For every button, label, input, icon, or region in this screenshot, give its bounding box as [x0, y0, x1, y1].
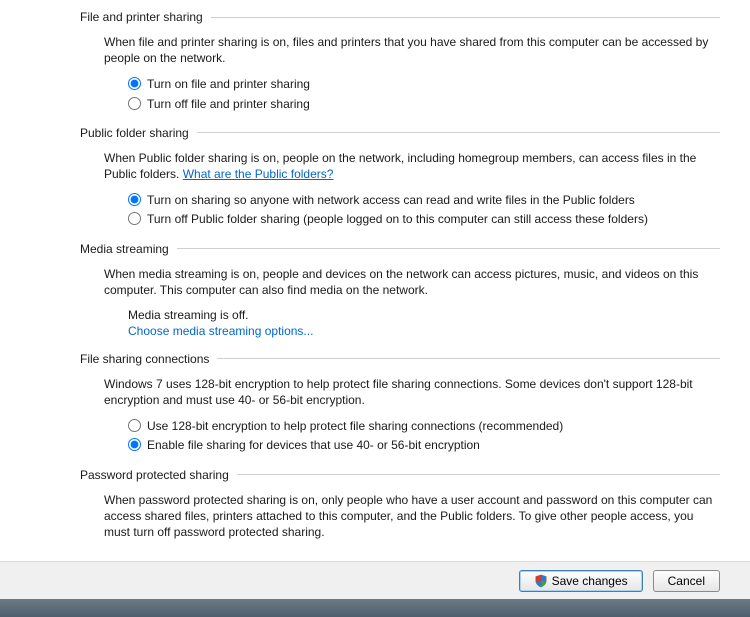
uac-shield-icon — [534, 574, 548, 588]
section-public-folder-sharing: Public folder sharing When Public folder… — [0, 126, 750, 228]
section-description: When media streaming is on, people and d… — [104, 266, 720, 298]
section-file-printer-sharing: File and printer sharing When file and p… — [0, 10, 750, 112]
section-description: When Public folder sharing is on, people… — [104, 150, 720, 182]
radio-file-printer-on[interactable] — [128, 77, 141, 90]
window-edge — [0, 599, 750, 617]
radio-public-folder-off[interactable] — [128, 212, 141, 225]
radio-label[interactable]: Turn on sharing so anyone with network a… — [147, 192, 720, 208]
save-changes-button[interactable]: Save changes — [519, 570, 643, 592]
section-description: Windows 7 uses 128-bit encryption to hel… — [104, 376, 720, 408]
section-title: Public folder sharing — [80, 126, 197, 140]
section-title: File sharing connections — [80, 352, 217, 366]
radio-label[interactable]: Turn off file and printer sharing — [147, 96, 720, 112]
radio-label[interactable]: Enable file sharing for devices that use… — [147, 437, 720, 453]
public-folders-help-link[interactable]: What are the Public folders? — [183, 167, 334, 181]
media-streaming-options-link[interactable]: Choose media streaming options... — [128, 324, 313, 338]
section-title: Password protected sharing — [80, 468, 237, 482]
radio-file-printer-off[interactable] — [128, 97, 141, 110]
divider — [177, 248, 720, 249]
media-streaming-status: Media streaming is off. — [104, 308, 720, 322]
radio-label[interactable]: Turn off Public folder sharing (people l… — [147, 211, 720, 227]
settings-panel: File and printer sharing When file and p… — [0, 0, 750, 573]
section-file-sharing-connections: File sharing connections Windows 7 uses … — [0, 352, 750, 454]
section-title: Media streaming — [80, 242, 177, 256]
radio-label[interactable]: Turn on file and printer sharing — [147, 76, 720, 92]
button-label: Cancel — [668, 574, 705, 588]
divider — [217, 358, 720, 359]
button-label: Save changes — [552, 574, 628, 588]
section-title: File and printer sharing — [80, 10, 211, 24]
dialog-footer: Save changes Cancel — [0, 561, 750, 599]
cancel-button[interactable]: Cancel — [653, 570, 720, 592]
radio-encryption-128[interactable] — [128, 419, 141, 432]
divider — [197, 132, 720, 133]
section-description: When file and printer sharing is on, fil… — [104, 34, 720, 66]
radio-public-folder-on[interactable] — [128, 193, 141, 206]
radio-encryption-4056[interactable] — [128, 438, 141, 451]
section-media-streaming: Media streaming When media streaming is … — [0, 242, 750, 338]
divider — [237, 474, 720, 475]
section-password-protected-sharing: Password protected sharing When password… — [0, 468, 750, 541]
radio-label[interactable]: Use 128-bit encryption to help protect f… — [147, 418, 720, 434]
divider — [211, 17, 720, 18]
section-description: When password protected sharing is on, o… — [104, 492, 720, 541]
